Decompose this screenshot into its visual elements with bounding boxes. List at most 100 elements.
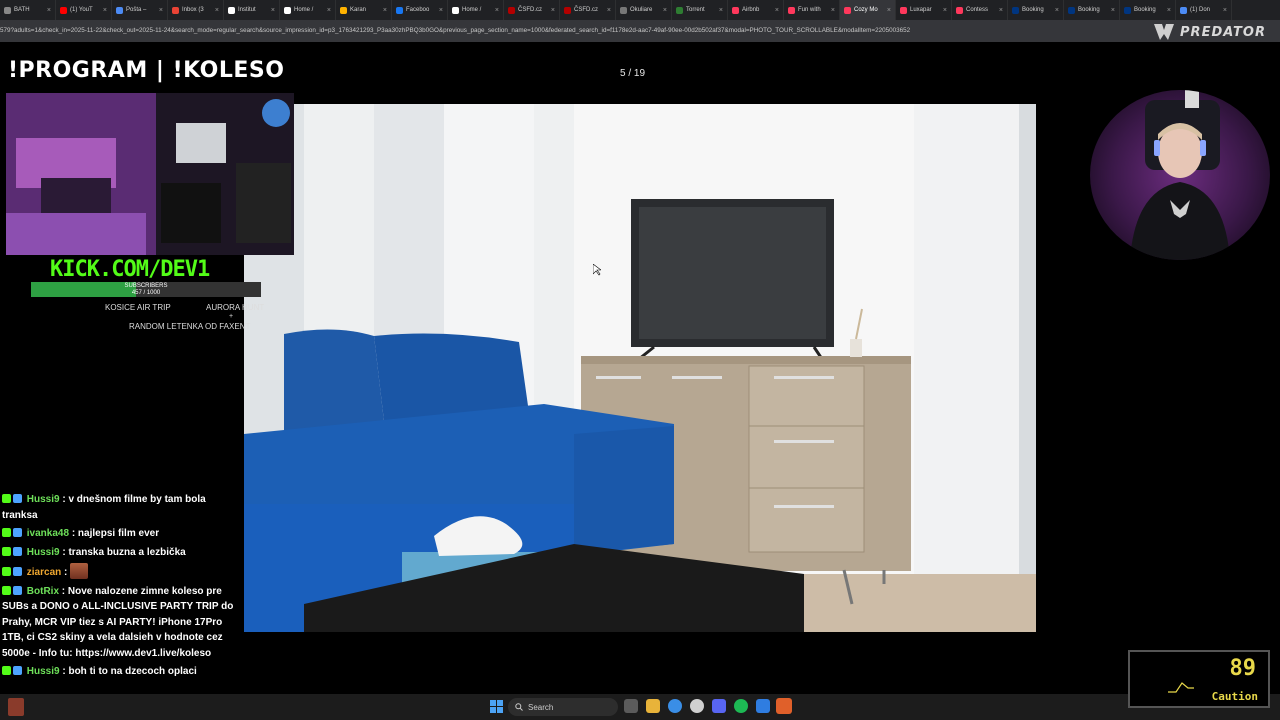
tab-close-icon[interactable]: × xyxy=(159,7,163,14)
tab-label: BATH xyxy=(14,7,30,13)
tab-close-icon[interactable]: × xyxy=(327,7,331,14)
streamer-image xyxy=(1130,90,1230,260)
kick-badge-icon xyxy=(2,494,11,503)
taskbar-widget-icon[interactable] xyxy=(8,698,24,716)
tab-favicon-icon xyxy=(396,6,403,14)
browser-tab[interactable]: Institut × xyxy=(224,0,280,20)
windows-start-icon[interactable] xyxy=(490,700,503,713)
browser-tab[interactable]: Cozy Mo × xyxy=(840,0,896,20)
tab-close-icon[interactable]: × xyxy=(47,7,51,14)
subscriber-badge-icon xyxy=(13,528,22,537)
browser-tab[interactable]: Booking × xyxy=(1120,0,1176,20)
kick-badge-icon xyxy=(2,528,11,537)
tab-label: Karan xyxy=(350,7,367,13)
caution-value: 89 xyxy=(1229,656,1257,681)
browser-tab[interactable]: Luxapar × xyxy=(896,0,952,20)
browser-tab[interactable]: Okuliare × xyxy=(616,0,672,20)
chat-username[interactable]: Hussi9 xyxy=(27,494,60,505)
tab-label: ČSFD.cz xyxy=(574,7,598,13)
listing-photo[interactable] xyxy=(244,104,1036,632)
active-app-icon[interactable] xyxy=(776,698,792,714)
tab-close-icon[interactable]: × xyxy=(831,7,835,14)
tab-close-icon[interactable]: × xyxy=(1055,7,1059,14)
tab-close-icon[interactable]: × xyxy=(607,7,611,14)
browser-tab[interactable]: Home / × xyxy=(280,0,336,20)
browser-tab[interactable]: Contess × xyxy=(952,0,1008,20)
tab-label: (1) YouT xyxy=(70,7,93,13)
tab-close-icon[interactable]: × xyxy=(943,7,947,14)
task-view-icon[interactable] xyxy=(624,699,638,713)
windows-taskbar: Search xyxy=(0,694,1280,720)
spotify-icon[interactable] xyxy=(734,699,748,713)
tab-close-icon[interactable]: × xyxy=(999,7,1003,14)
tab-close-icon[interactable]: × xyxy=(775,7,779,14)
tab-label: Cozy Mo xyxy=(854,7,878,13)
browser-tab[interactable]: Home / × xyxy=(448,0,504,20)
tab-favicon-icon xyxy=(900,6,907,14)
browser-tab[interactable]: ČSFD.cz × xyxy=(504,0,560,20)
tab-favicon-icon xyxy=(508,6,515,14)
tab-close-icon[interactable]: × xyxy=(719,7,723,14)
browser-tab[interactable]: (1) YouT × xyxy=(56,0,112,20)
tab-favicon-icon xyxy=(844,6,851,14)
tab-close-icon[interactable]: × xyxy=(103,7,107,14)
app-icon[interactable] xyxy=(756,699,770,713)
tab-favicon-icon xyxy=(116,6,123,14)
chat-username[interactable]: ziarcan xyxy=(27,567,61,578)
kick-channel-url: KICK.COM/DEV1 xyxy=(50,257,210,282)
tab-favicon-icon xyxy=(676,6,683,14)
subscribers-label-wrap: SUBSCRIBERS 457 / 1000 xyxy=(31,283,261,296)
browser-tab[interactable]: ČSFD.cz × xyxy=(560,0,616,20)
tab-favicon-icon xyxy=(620,6,627,14)
subscribers-progress: SUBSCRIBERS 457 / 1000 xyxy=(31,282,261,297)
tab-close-icon[interactable]: × xyxy=(495,7,499,14)
obs-icon[interactable] xyxy=(690,699,704,713)
browser-tab[interactable]: Pošta – × xyxy=(112,0,168,20)
goal-item: RANDOM LETENKA OD FAXENT xyxy=(129,322,251,331)
gameplay-webcam xyxy=(6,93,294,255)
tab-close-icon[interactable]: × xyxy=(215,7,219,14)
chat-username[interactable]: BotRix xyxy=(27,586,59,597)
tab-close-icon[interactable]: × xyxy=(887,7,891,14)
goal-item: KOSICE AIR TRIP xyxy=(105,303,171,312)
browser-tab[interactable]: Faceboo × xyxy=(392,0,448,20)
chat-text: : najlepsi film ever xyxy=(71,528,160,539)
tab-close-icon[interactable]: × xyxy=(551,7,555,14)
chat-message: Hussi9 : v dnešnom filme by tam bola tra… xyxy=(2,492,234,523)
tab-close-icon[interactable]: × xyxy=(271,7,275,14)
browser-tab[interactable]: Inbox (3 × xyxy=(168,0,224,20)
taskbar-search-box[interactable]: Search xyxy=(508,698,618,716)
browser-tab[interactable]: Booking × xyxy=(1064,0,1120,20)
chat-panel: Hussi9 : v dnešnom filme by tam bola tra… xyxy=(2,492,234,683)
browser-tab[interactable]: Karan × xyxy=(336,0,392,20)
chrome-icon[interactable] xyxy=(668,699,682,713)
goal-separator: + xyxy=(229,313,234,320)
mouse-cursor-icon xyxy=(593,264,601,276)
tab-favicon-icon xyxy=(1180,6,1187,14)
tab-close-icon[interactable]: × xyxy=(1167,7,1171,14)
address-bar[interactable]: 579?adults=1&check_in=2025-11-22&check_o… xyxy=(0,20,1280,42)
browser-tab[interactable]: BATH × xyxy=(0,0,56,20)
file-explorer-icon[interactable] xyxy=(646,699,660,713)
browser-tab-strip: BATH × (1) YouT × Pošta – × Inbox (3 × Institut ×… xyxy=(0,0,1280,20)
chat-message: ivanka48 : najlepsi film ever xyxy=(2,526,234,542)
subscribers-count: 457 / 1000 xyxy=(131,289,161,296)
discord-icon[interactable] xyxy=(712,699,726,713)
subscriber-badge-icon xyxy=(13,585,22,595)
browser-tab[interactable]: Fun with × xyxy=(784,0,840,20)
tab-close-icon[interactable]: × xyxy=(663,7,667,14)
tab-label: Pošta – xyxy=(126,7,147,13)
browser-tab[interactable]: Torrent × xyxy=(672,0,728,20)
tab-close-icon[interactable]: × xyxy=(439,7,443,14)
tab-close-icon[interactable]: × xyxy=(1223,7,1227,14)
browser-tab[interactable]: Booking × xyxy=(1008,0,1064,20)
tab-favicon-icon xyxy=(1124,6,1131,14)
chat-username[interactable]: Hussi9 xyxy=(27,666,60,677)
browser-tab[interactable]: Airbnb × xyxy=(728,0,784,20)
browser-tab[interactable]: (1) Don × xyxy=(1176,0,1232,20)
chat-username[interactable]: Hussi9 xyxy=(27,547,60,558)
tab-close-icon[interactable]: × xyxy=(383,7,387,14)
tab-close-icon[interactable]: × xyxy=(1111,7,1115,14)
chat-username[interactable]: ivanka48 xyxy=(27,528,69,539)
tab-favicon-icon xyxy=(1068,6,1075,14)
